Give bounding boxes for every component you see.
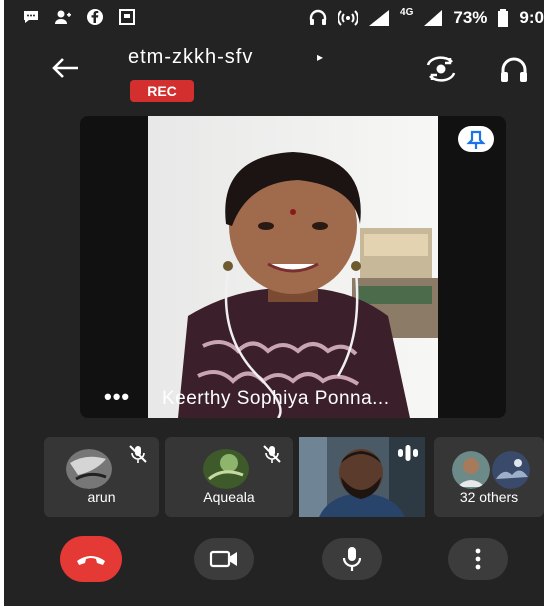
signal-strength-icon bbox=[369, 10, 390, 26]
add-person-icon bbox=[55, 10, 71, 24]
microphone-icon bbox=[342, 547, 362, 571]
headset-status-icon bbox=[309, 9, 327, 25]
participant-tile-others[interactable]: 32 others bbox=[434, 437, 544, 517]
avatar bbox=[203, 449, 249, 489]
clock: 9:0 bbox=[519, 8, 544, 27]
speaker-name: Keerthy Sophiya Ponna... bbox=[162, 388, 390, 409]
meet-screen: 4G 73% 9:0 etm-zkkh-sfv ▸ REC ••• Keerth… bbox=[4, 0, 544, 606]
status-bar: 4G 73% 9:0 bbox=[4, 0, 544, 36]
tile-more-options[interactable]: ••• bbox=[104, 384, 130, 410]
signal-strength-icon-2 bbox=[424, 10, 443, 26]
headphones-icon[interactable] bbox=[499, 56, 529, 84]
back-arrow-icon[interactable] bbox=[50, 56, 80, 80]
avatar bbox=[452, 451, 490, 489]
meeting-code[interactable]: etm-zkkh-sfv bbox=[128, 46, 253, 69]
end-call-icon bbox=[77, 556, 105, 565]
battery-icon bbox=[498, 9, 509, 27]
microphone-toggle-button[interactable] bbox=[322, 538, 382, 580]
participant-name: Aqueala bbox=[203, 489, 255, 505]
participant-strip: arun Aqueala 32 others bbox=[44, 437, 544, 517]
more-options-button[interactable] bbox=[448, 538, 508, 580]
battery-percent: 73% bbox=[453, 8, 488, 27]
pin-icon bbox=[466, 130, 486, 149]
switch-camera-icon[interactable] bbox=[423, 56, 459, 82]
participant-tile-arun[interactable]: arun bbox=[44, 437, 159, 517]
participant-tile-aqueala[interactable]: Aqueala bbox=[165, 437, 293, 517]
hotspot-icon bbox=[338, 10, 359, 26]
facebook-icon bbox=[87, 9, 103, 25]
network-type: 4G bbox=[400, 6, 414, 18]
video-camera-icon bbox=[209, 550, 237, 568]
recording-badge: REC bbox=[130, 80, 194, 102]
message-notification-icon bbox=[24, 11, 38, 23]
mic-off-icon bbox=[129, 445, 147, 463]
pin-button[interactable] bbox=[458, 126, 494, 152]
end-call-button[interactable] bbox=[60, 536, 122, 582]
more-vert-icon bbox=[475, 548, 481, 570]
app-notification-icon bbox=[119, 9, 135, 25]
participant-video-tile[interactable] bbox=[299, 437, 425, 517]
meeting-details-caret-icon[interactable]: ▸ bbox=[317, 50, 323, 64]
avatar bbox=[492, 451, 530, 489]
mic-off-icon bbox=[263, 445, 281, 463]
participant-name: arun bbox=[87, 489, 116, 505]
avatar bbox=[66, 449, 112, 489]
speaking-indicator-icon bbox=[398, 445, 418, 461]
main-video-tile[interactable]: ••• Keerthy Sophiya Ponna... bbox=[80, 116, 506, 418]
speaker-video-feed bbox=[148, 116, 438, 418]
participant-name: 32 others bbox=[459, 489, 519, 505]
camera-toggle-button[interactable] bbox=[194, 538, 254, 580]
